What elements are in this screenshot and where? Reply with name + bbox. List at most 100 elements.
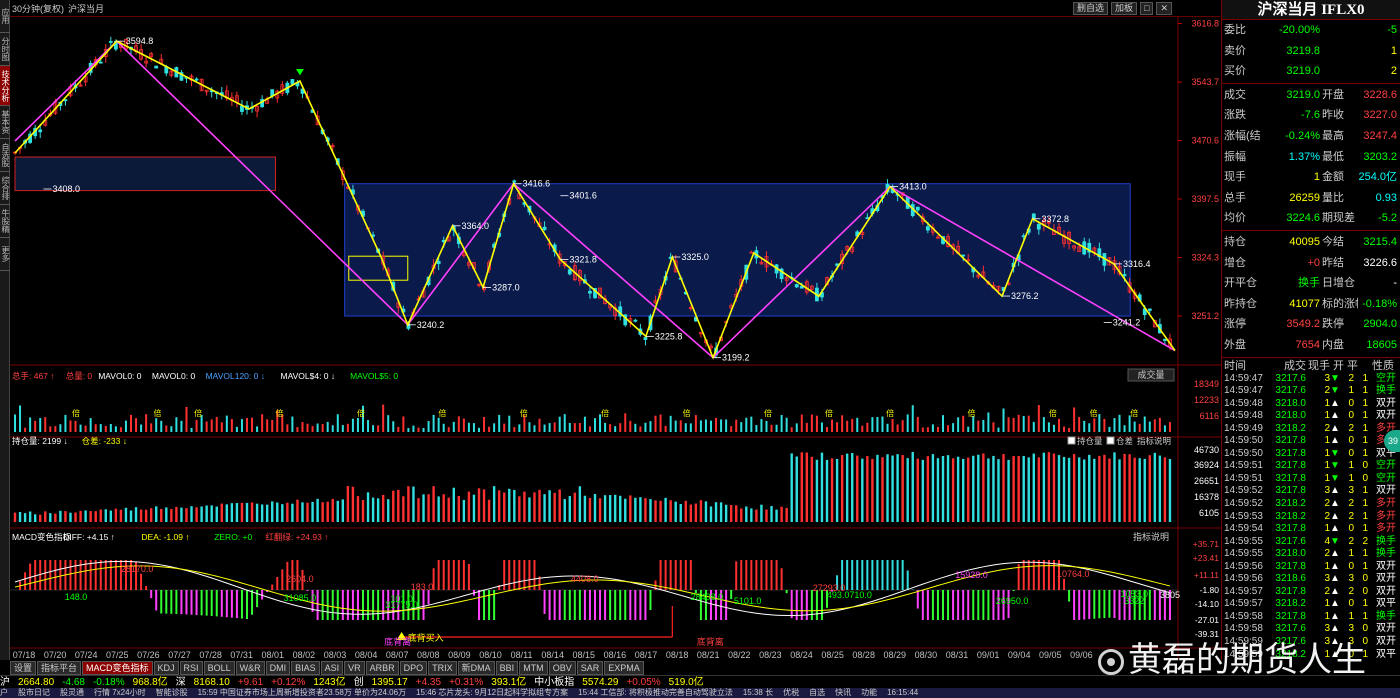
left-tab-3[interactable]: 基本资料 [0, 106, 10, 139]
quote-value-2: 3215.4 [1363, 235, 1397, 248]
tick-row[interactable]: 14:59:49 3218.2 2 ▲ 2 1 多开 [1222, 423, 1400, 436]
indicator-tab-11[interactable]: ARBR [365, 661, 399, 675]
indicator-tab-0[interactable]: 设置 [10, 661, 37, 675]
indicator-tab-12[interactable]: DPO [399, 661, 428, 675]
volume-bar [160, 420, 163, 432]
volume-bar [1022, 416, 1025, 432]
side-notification-badge[interactable]: 39 [1384, 430, 1400, 452]
tick-row[interactable]: 14:59:58 3217.8 1 ▲ 1 1 换手 [1222, 611, 1400, 624]
oi-bar [306, 502, 309, 522]
index-bar-item: +0.12% [271, 677, 306, 688]
volume-bar [437, 417, 440, 432]
oi-bar [714, 502, 718, 522]
tick-row[interactable]: 14:59:47 3217.6 3 ▼ 2 1 空开 [1222, 373, 1400, 386]
oi-bar [699, 500, 703, 522]
tick-row[interactable]: 14:59:57 3217.8 2 ▲ 2 0 双开 [1222, 586, 1400, 599]
indicator-tab-2[interactable]: MACD变色指标 [82, 661, 153, 675]
indicator-tab-6[interactable]: W&R [235, 661, 265, 675]
tick-price: 3217.8 [1275, 447, 1306, 459]
status-bar-item[interactable]: 户 [0, 688, 8, 698]
ticks-header: 时间 成交 现手开平 性质 [1222, 359, 1400, 373]
chart-tool-button-3[interactable]: ✕ [1156, 2, 1172, 15]
oi-bar [94, 511, 97, 522]
status-bar-item[interactable]: 智能诊股 [156, 688, 188, 698]
indicator-tab-18[interactable]: SAR [576, 661, 604, 675]
tick-row[interactable]: 14:59:56 3217.8 1 ▲ 0 1 双开 [1222, 561, 1400, 574]
tick-row[interactable]: 14:59:48 3218.0 1 ▲ 0 1 双开 [1222, 398, 1400, 411]
oi-bar [1022, 455, 1025, 522]
left-tab-0[interactable]: 应用 [0, 0, 10, 33]
tick-row[interactable]: 14:59:57 3218.2 1 ▲ 0 1 双平 [1222, 598, 1400, 611]
tick-row[interactable]: 14:59:48 3218.0 1 ▲ 0 1 双开 [1222, 410, 1400, 423]
tick-price: 3218.2 [1275, 510, 1306, 522]
indicator-tab-4[interactable]: RSI [179, 661, 203, 675]
chart-tool-button-2[interactable]: □ [1140, 2, 1154, 15]
indicator-tab-1[interactable]: 指标平台 [37, 661, 82, 675]
quote-label-2: 日增仓 [1322, 277, 1355, 290]
macd-tick-label: +35.71 [1193, 539, 1220, 549]
indicator-tab-7[interactable]: DMI [265, 661, 291, 675]
left-tab-6[interactable]: 牛股精选 [0, 205, 10, 238]
indicator-tab-16[interactable]: MTM [519, 661, 548, 675]
status-bar-item[interactable]: 功能 [861, 688, 877, 698]
indicator-tab-13[interactable]: TRIX [428, 661, 457, 675]
volume-bar [866, 422, 869, 432]
tick-row[interactable]: 14:59:53 3218.2 2 ▲ 2 1 多开 [1222, 511, 1400, 524]
volume-bar [351, 418, 354, 432]
left-tab-1[interactable]: 分时图 [0, 33, 10, 66]
quote-label: 增仓 [1224, 256, 1246, 269]
tick-row[interactable]: 14:59:55 3218.0 2 ▲ 1 1 换手 [1222, 548, 1400, 561]
ticks-list[interactable]: 14:59:47 3217.6 3 ▼ 2 1 空开 14:59:47 3217.6 2 ▼ 1 1 换手… [1222, 373, 1400, 661]
tick-row[interactable]: 14:59:54 3217.8 1 ▲ 0 1 多开 [1222, 523, 1400, 536]
status-bar-item[interactable]: 优税 [783, 688, 799, 698]
tick-row[interactable]: 14:59:56 3218.6 3 ▲ 3 0 双开 [1222, 573, 1400, 586]
indicator-tab-14[interactable]: 新DMA [457, 661, 495, 675]
volume-bar [215, 416, 218, 432]
date-tick-label: 07/25 [106, 650, 129, 660]
indicator-tab-10[interactable]: VR [344, 661, 365, 675]
left-tab-2[interactable]: 技术分析 [0, 66, 10, 106]
volume-multiple-marker: 倍 [438, 408, 446, 418]
tick-volume: 4 [1324, 535, 1330, 547]
indicator-tab-19[interactable]: EXPMA [604, 661, 644, 675]
oi-bar [402, 496, 405, 522]
oi-bar [346, 486, 350, 522]
tick-row[interactable]: 14:59:51 3217.8 1 ▼ 1 0 空开 [1222, 473, 1400, 486]
tick-price: 3217.6 [1275, 535, 1306, 547]
status-bar-item[interactable]: 股市日记 [18, 688, 50, 698]
quote-value: -20.00% [1279, 24, 1320, 36]
volume-bar [800, 414, 803, 432]
price-annotation: 3225.8 [655, 331, 683, 341]
status-bar-item[interactable]: 行情 7x24小时 [94, 688, 146, 698]
tick-row[interactable]: 14:59:51 3217.8 1 ▼ 1 0 空开 [1222, 460, 1400, 473]
left-tab-7[interactable]: 更多 [0, 238, 10, 271]
indicator-tab-8[interactable]: BIAS [291, 661, 320, 675]
volume-bar [457, 416, 460, 432]
tick-price: 3218.6 [1275, 573, 1306, 585]
tick-row[interactable]: 14:59:47 3217.6 2 ▼ 1 1 换手 [1222, 385, 1400, 398]
left-tab-4[interactable]: 自选股 [0, 139, 10, 172]
indicator-tab-3[interactable]: KDJ [153, 661, 179, 675]
oi-bar [291, 503, 294, 522]
volume-bar [140, 424, 143, 432]
macd-legend-item: 红翻绿: +24.93 ↑ [265, 532, 328, 542]
status-bar-item[interactable]: 快讯 [835, 688, 851, 698]
tick-row[interactable]: 14:59:52 3217.8 3 ▲ 3 1 双开 [1222, 485, 1400, 498]
indicator-tab-5[interactable]: BOLL [203, 661, 235, 675]
left-tab-5[interactable]: 综合排名 [0, 172, 10, 205]
indicator-tab-9[interactable]: ASI [320, 661, 344, 675]
tick-row[interactable]: 14:59:52 3218.2 2 ▲ 2 1 多开 [1222, 498, 1400, 511]
chart-tool-button-1[interactable]: 加板 [1111, 2, 1138, 15]
chart-tool-button-0[interactable]: 删自选 [1072, 2, 1108, 15]
status-bar-item[interactable]: 16:15:44 [887, 688, 918, 698]
tick-row[interactable]: 14:59:55 3217.6 4 ▼ 2 2 换手 [1222, 536, 1400, 549]
status-bar-item[interactable]: 股灵通 [60, 688, 84, 698]
indicator-tab-15[interactable]: BBI [495, 661, 519, 675]
oi-bar [851, 453, 854, 522]
status-bar-item[interactable]: 自选 [809, 688, 825, 698]
tick-row[interactable]: 14:59:503217.81▲01多开 [1222, 435, 1400, 448]
oi-bar [220, 503, 223, 522]
indicator-tab-17[interactable]: OBV [548, 661, 576, 675]
oi-bar [629, 495, 632, 522]
tick-row[interactable]: 14:59:50 3217.8 1 ▼ 0 1 双平 [1222, 448, 1400, 461]
